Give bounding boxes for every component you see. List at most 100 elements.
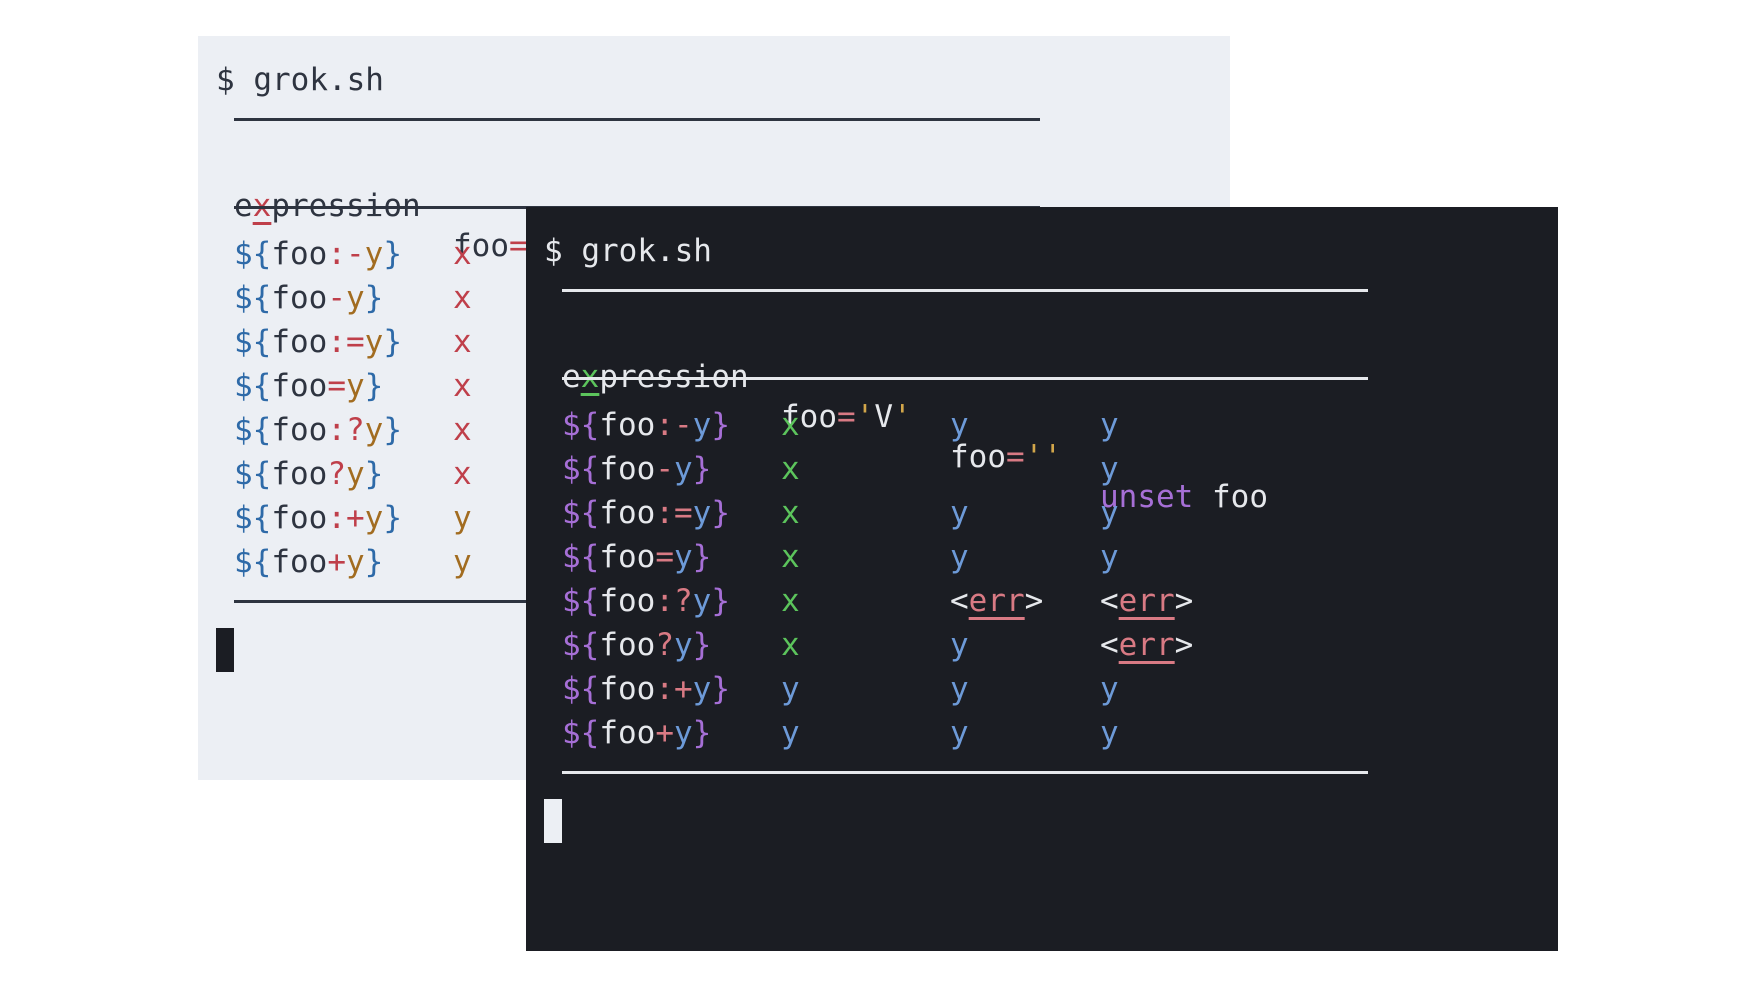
err-gt: >: [1174, 627, 1194, 663]
terminal-cursor: [216, 628, 234, 672]
expr-close: }: [364, 368, 384, 404]
expr-open: ${: [234, 236, 272, 272]
value-unset: <err>: [1100, 581, 1193, 621]
err-lt: <: [1100, 583, 1119, 619]
expression-cell: ${foo:+y}: [562, 669, 730, 709]
terminal-dark: $ grok.sh expression foo='V' foo='' unse…: [526, 207, 1558, 951]
expr-name: foo: [599, 495, 656, 531]
value-unset: y: [1100, 671, 1119, 707]
expression-cell: ${foo:?y}: [234, 410, 402, 450]
value-foo-v: x: [781, 495, 800, 531]
expr-word: y: [692, 495, 712, 531]
expr-operator: -: [655, 451, 674, 487]
expr-name: foo: [599, 407, 656, 443]
expr-close: }: [711, 495, 730, 531]
expression-cell: ${foo:-y}: [562, 405, 730, 445]
expr-close: }: [692, 539, 712, 575]
expr-name: foo: [599, 715, 656, 751]
expression-cell: ${foo:=y}: [562, 493, 730, 533]
expr-operator: ?: [655, 627, 674, 663]
expression-cell: ${foo+y}: [562, 713, 711, 753]
expr-close: }: [383, 500, 402, 536]
expression-cell: ${foo?y}: [234, 454, 383, 494]
expr-operator: :=: [327, 324, 365, 360]
expr-name: foo: [271, 500, 328, 536]
value-foo-v: x: [781, 627, 800, 663]
expr-open: ${: [234, 324, 272, 360]
expr-operator: +: [327, 544, 346, 580]
expression-cell: ${foo:-y}: [234, 234, 402, 274]
table-rule-top: [562, 289, 1368, 292]
shell-prompt: $ grok.sh: [216, 62, 384, 98]
expr-word: y: [346, 368, 365, 404]
expression-cell: ${foo+y}: [234, 542, 383, 582]
expr-operator: :?: [327, 412, 365, 448]
value-unset: y: [1100, 539, 1119, 575]
expr-close: }: [711, 407, 730, 443]
expr-word: y: [674, 627, 693, 663]
table-row: ${foo:+y} y y y: [526, 669, 1558, 709]
value-foo-v: x: [453, 324, 472, 360]
expr-name: foo: [599, 671, 656, 707]
expr-name: foo: [271, 280, 328, 316]
value-unset: <err>: [1100, 625, 1193, 665]
expr-operator: :?: [655, 583, 693, 619]
value-foo-v: x: [453, 456, 472, 492]
err-text: err: [968, 583, 1025, 619]
value-foo-v: x: [453, 368, 472, 404]
expression-cell: ${foo:?y}: [562, 581, 730, 621]
expr-word: y: [364, 500, 384, 536]
expr-open: ${: [562, 715, 600, 751]
expression-cell: ${foo-y}: [562, 449, 711, 489]
value-foo-v: x: [453, 280, 472, 316]
err-text: err: [1118, 627, 1175, 663]
expr-open: ${: [562, 583, 600, 619]
table-row: ${foo:?y} x <err> <err>: [526, 581, 1558, 621]
expr-name: foo: [599, 627, 656, 663]
expr-word: y: [346, 456, 365, 492]
expr-close: }: [383, 412, 402, 448]
expr-close: }: [692, 715, 712, 751]
expr-open: ${: [234, 368, 272, 404]
table-rule-top: [234, 118, 1040, 121]
table-rule-mid: [562, 377, 1368, 380]
value-foo-v: x: [781, 539, 800, 575]
value-unset: y: [1100, 495, 1119, 531]
table-rule-bottom: [562, 771, 1368, 774]
expr-name: foo: [599, 451, 656, 487]
expr-name: foo: [271, 236, 328, 272]
expr-operator: :-: [655, 407, 693, 443]
value-foo-empty: y: [950, 539, 969, 575]
terminal-cursor: [544, 799, 562, 843]
expr-word: y: [692, 583, 712, 619]
expr-close: }: [364, 280, 384, 316]
value-foo-v: x: [781, 407, 800, 443]
expr-operator: =: [655, 539, 674, 575]
expr-word: y: [364, 412, 384, 448]
expr-word: y: [674, 451, 693, 487]
expr-name: foo: [271, 544, 328, 580]
expr-operator: :+: [655, 671, 693, 707]
table-row: ${foo:-y} x y y: [526, 405, 1558, 445]
value-foo-v: y: [453, 544, 472, 580]
expression-cell: ${foo=y}: [562, 537, 711, 577]
expression-cell: ${foo:=y}: [234, 322, 402, 362]
table-row: ${foo-y} x y: [526, 449, 1558, 489]
value-unset: y: [1100, 407, 1119, 443]
table-header: expression foo='V' foo='' unset foo: [526, 317, 1558, 515]
expr-operator: =: [327, 368, 346, 404]
expression-cell: ${foo=y}: [234, 366, 383, 406]
value-foo-v: y: [453, 500, 472, 536]
expression-cell: ${foo:+y}: [234, 498, 402, 538]
value-foo-empty: y: [950, 671, 969, 707]
expr-word: y: [692, 671, 712, 707]
expr-operator: :-: [327, 236, 365, 272]
expr-open: ${: [562, 407, 600, 443]
value-foo-v: x: [781, 451, 800, 487]
expression-cell: ${foo-y}: [234, 278, 383, 318]
expr-open: ${: [234, 456, 272, 492]
expr-open: ${: [562, 495, 600, 531]
expr-close: }: [364, 544, 384, 580]
expr-operator: :+: [327, 500, 365, 536]
err-gt: >: [1174, 583, 1194, 619]
